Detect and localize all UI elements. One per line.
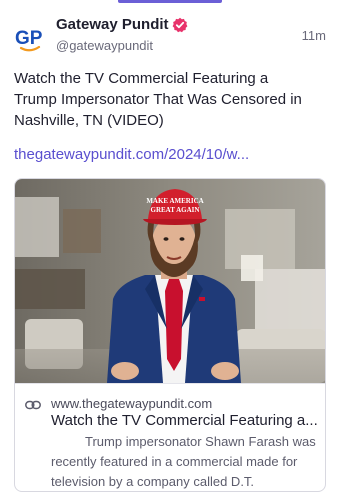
- card-title[interactable]: Watch the TV Commercial Featuring a...: [51, 412, 323, 429]
- card-meta[interactable]: www.thegatewaypundit.com Watch the TV Co…: [15, 383, 325, 491]
- link-icon: [25, 398, 41, 410]
- avatar[interactable]: GP: [14, 22, 46, 54]
- post-link[interactable]: thegatewaypundit.com/2024/10/w...: [14, 146, 324, 163]
- author-name[interactable]: Gateway Pundit: [56, 16, 169, 33]
- card-image[interactable]: MAKE AMERICA GREAT AGAIN: [15, 179, 325, 383]
- post-timestamp: 11m: [301, 28, 326, 43]
- verified-badge-icon: [172, 17, 188, 33]
- avatar-logo-text: GP: [15, 28, 43, 49]
- link-preview-card[interactable]: MAKE AMERICA GREAT AGAIN www.thegatewayp…: [14, 178, 326, 492]
- author-handle[interactable]: @gatewaypundit: [56, 38, 153, 53]
- card-description: Trump impersonator Shawn Farash was rece…: [51, 434, 316, 489]
- post-header: GP Gateway Pundit @gatewaypundit 11m: [14, 16, 326, 56]
- card-domain: www.thegatewaypundit.com: [51, 396, 213, 411]
- hat-text-line1: MAKE AMERICA: [146, 197, 203, 205]
- top-indicator-bar: [118, 0, 222, 3]
- hat-text-line2: GREAT AGAIN: [151, 206, 200, 214]
- post-text: Watch the TV Commercial Featuring a Trum…: [14, 70, 302, 129]
